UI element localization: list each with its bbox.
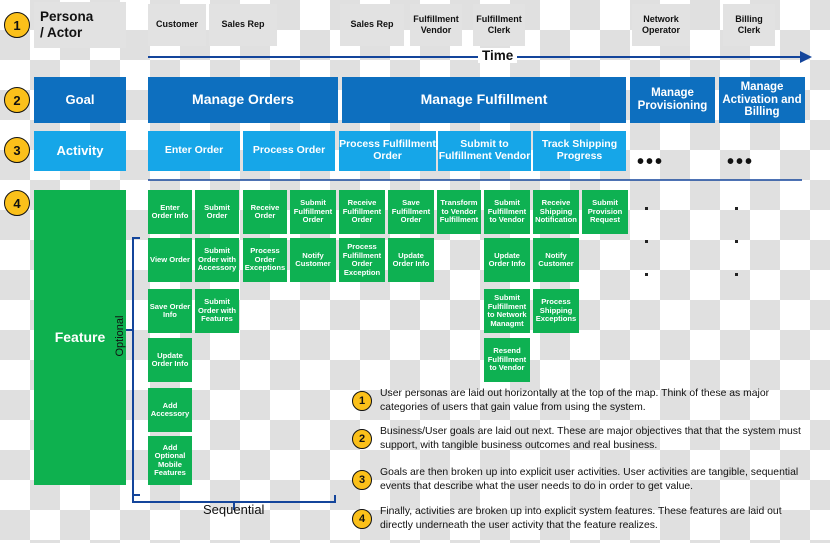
feature-cell[interactable]: Notify Customer bbox=[533, 238, 579, 282]
feature-ellipsis-dot bbox=[735, 240, 738, 243]
feature-ellipsis-dot bbox=[735, 207, 738, 210]
story-map-canvas: 1 2 3 4 Persona / Actor Customer Sales Re… bbox=[0, 0, 830, 543]
feature-cell[interactable]: Enter Order Info bbox=[148, 190, 192, 234]
feature-ellipsis-dot bbox=[645, 207, 648, 210]
feature-cell[interactable]: Update Order Info bbox=[148, 338, 192, 382]
activity-cell[interactable]: Enter Order bbox=[148, 131, 240, 171]
legend-item: 1 User personas are laid out horizontally… bbox=[352, 387, 812, 415]
feature-cell[interactable]: Submit Fulfillment Order bbox=[290, 190, 336, 234]
persona-row-title-line1: Persona bbox=[40, 9, 94, 25]
goal-cell[interactable]: Manage Activation and Billing bbox=[719, 77, 805, 123]
activity-ellipsis: ••• bbox=[637, 151, 665, 173]
feature-cell[interactable]: Update Order Info bbox=[388, 238, 434, 282]
feature-ellipsis-dot bbox=[645, 273, 648, 276]
persona-cell: Network Operator bbox=[632, 4, 690, 46]
feature-cell[interactable]: Transform to Vendor Fulfillment bbox=[437, 190, 481, 234]
legend-text: Business/User goals are laid out next. T… bbox=[380, 426, 801, 451]
legend-text: Finally, activities are broken up into e… bbox=[380, 506, 782, 531]
row-badge-1: 1 bbox=[4, 12, 30, 38]
feature-ellipsis-dot bbox=[735, 273, 738, 276]
legend-text: User personas are laid out horizontally … bbox=[380, 388, 770, 413]
feature-cell[interactable]: Submit Provision Request bbox=[582, 190, 628, 234]
activity-ellipsis: ••• bbox=[727, 151, 755, 173]
goal-cell[interactable]: Manage Orders bbox=[148, 77, 338, 123]
feature-cell[interactable]: Add Optional Mobile Features bbox=[148, 436, 192, 485]
persona-cell: Fulfillment Vendor bbox=[410, 4, 462, 46]
goal-cell[interactable]: Manage Fulfillment bbox=[342, 77, 626, 123]
legend-badge: 4 bbox=[352, 509, 372, 529]
row-badge-4: 4 bbox=[4, 190, 30, 216]
feature-cell[interactable]: Submit Order with Features bbox=[195, 289, 239, 333]
activity-cell[interactable]: Process Order bbox=[243, 131, 335, 171]
legend-item: 4 Finally, activities are broken up into … bbox=[352, 505, 812, 533]
time-axis-label: Time bbox=[478, 48, 518, 63]
legend-badge: 2 bbox=[352, 429, 372, 449]
persona-cell: Billing Clerk bbox=[723, 4, 775, 46]
persona-cell: Sales Rep bbox=[209, 4, 277, 46]
feature-cell[interactable]: Submit Fulfillment to Network Managmt bbox=[484, 289, 530, 333]
optional-bracket-label: Optional bbox=[114, 315, 126, 357]
feature-cell[interactable]: Process Fulfillment Order Exception bbox=[339, 238, 385, 282]
feature-cell[interactable]: Submit Fulfillment to Vendor bbox=[484, 190, 530, 234]
activity-cell[interactable]: Track Shipping Progress bbox=[533, 131, 626, 171]
legend-item: 2 Business/User goals are laid out next. … bbox=[352, 425, 812, 453]
activity-row-label: Activity bbox=[34, 131, 126, 171]
feature-cell[interactable]: View Order bbox=[148, 238, 192, 282]
goal-cell[interactable]: Manage Provisioning bbox=[630, 77, 715, 123]
legend-badge: 1 bbox=[352, 391, 372, 411]
feature-cell[interactable]: Receive Shipping Notification bbox=[533, 190, 579, 234]
feature-cell[interactable]: Save Order Info bbox=[148, 289, 192, 333]
feature-cell[interactable]: Process Shipping Exceptions bbox=[533, 289, 579, 333]
persona-row-title-line2: / Actor bbox=[40, 25, 83, 40]
feature-cell[interactable]: Add Accessory bbox=[148, 388, 192, 432]
legend-badge: 3 bbox=[352, 470, 372, 490]
feature-cell[interactable]: Receive Order bbox=[243, 190, 287, 234]
feature-cell[interactable]: Update Order Info bbox=[484, 238, 530, 282]
goal-row-label: Goal bbox=[34, 77, 126, 123]
persona-cell: Sales Rep bbox=[340, 4, 404, 46]
legend-item: 3 Goals are then broken up into explicit … bbox=[352, 466, 812, 494]
activity-cell[interactable]: Process Fulfillment Order bbox=[339, 131, 436, 171]
feature-cell[interactable]: Save Fulfillment Order bbox=[388, 190, 434, 234]
feature-row-label: Feature bbox=[34, 190, 126, 485]
row-badge-2: 2 bbox=[4, 87, 30, 113]
feature-ellipsis-dot bbox=[645, 240, 648, 243]
persona-cell: Fulfillment Clerk bbox=[473, 4, 525, 46]
feature-cell[interactable]: Submit Order with Accessory bbox=[195, 238, 239, 282]
legend-text: Goals are then broken up into explicit u… bbox=[380, 467, 799, 492]
feature-cell[interactable]: Submit Order bbox=[195, 190, 239, 234]
feature-cell[interactable]: Process Order Exceptions bbox=[243, 238, 287, 282]
activity-cell[interactable]: Submit to Fulfillment Vendor bbox=[438, 131, 531, 171]
persona-cell: Customer bbox=[148, 4, 206, 46]
feature-cell[interactable]: Receive Fulfillment Order bbox=[339, 190, 385, 234]
feature-cell[interactable]: Resend Fulfillment to Vendor bbox=[484, 338, 530, 382]
persona-row-title: Persona / Actor bbox=[34, 2, 126, 48]
sequential-bracket-label: Sequential bbox=[203, 502, 265, 517]
feature-cell[interactable]: Notify Customer bbox=[290, 238, 336, 282]
row-badge-3: 3 bbox=[4, 137, 30, 163]
